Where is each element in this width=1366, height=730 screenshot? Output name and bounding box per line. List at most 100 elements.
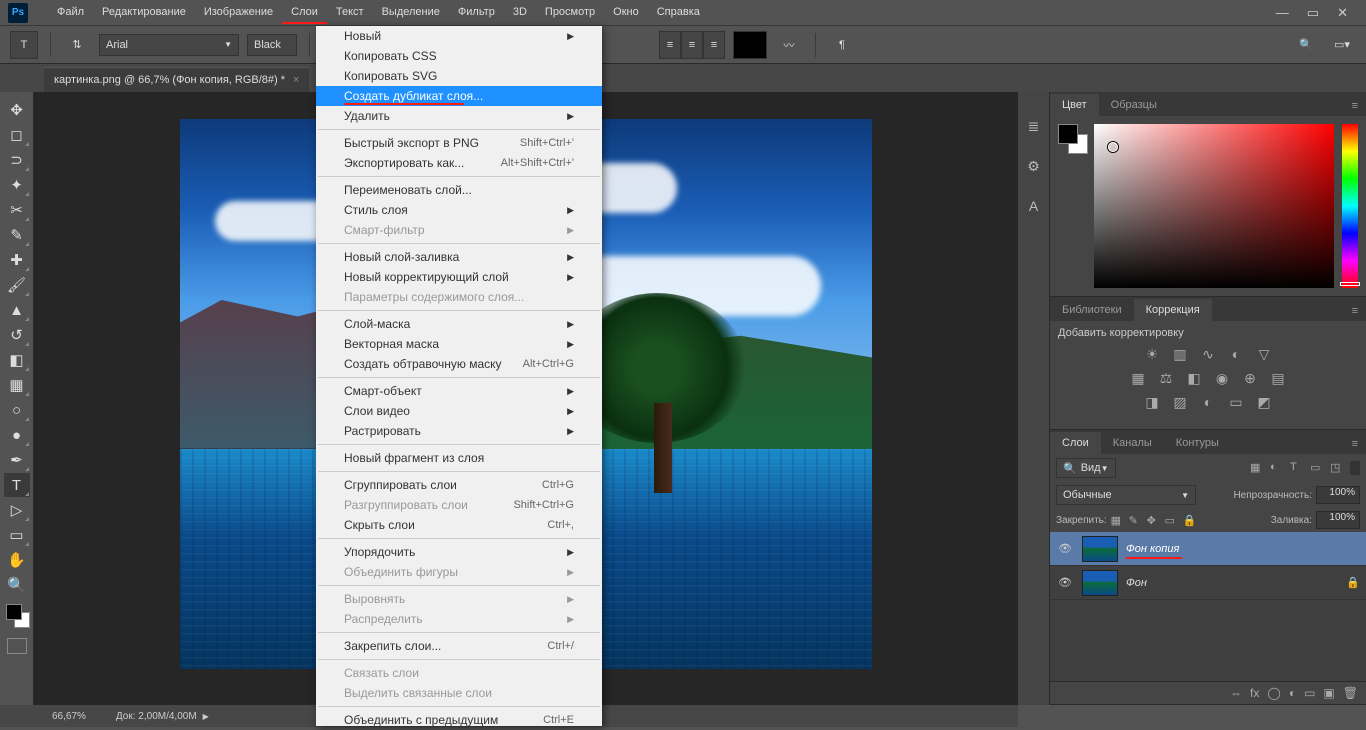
font-style-dropdown[interactable]: Black xyxy=(247,34,297,56)
filter-pixel-icon[interactable]: ▦ xyxy=(1250,461,1264,475)
zoom-tool[interactable]: 🔍 xyxy=(4,573,30,597)
tool-preset-icon[interactable]: T xyxy=(10,31,38,59)
history-panel-icon[interactable]: ≣ xyxy=(1024,116,1044,136)
menu-item[interactable]: Сгруппировать слоиCtrl+G xyxy=(316,475,602,495)
text-color-swatch[interactable] xyxy=(733,31,767,59)
menu-item[interactable]: Слой-маска▶ xyxy=(316,314,602,334)
close-tab-icon[interactable]: × xyxy=(293,74,299,86)
type-tool[interactable]: T xyxy=(4,473,30,497)
hand-tool[interactable]: ✋ xyxy=(4,548,30,572)
menu-item[interactable]: Новый слой-заливка▶ xyxy=(316,247,602,267)
menu-3d[interactable]: 3D xyxy=(504,2,536,24)
panel-menu-icon[interactable]: ≡ xyxy=(1344,434,1366,454)
menu-item[interactable]: Быстрый экспорт в PNGShift+Ctrl+' xyxy=(316,133,602,153)
menu-файл[interactable]: Файл xyxy=(48,2,93,24)
menu-item[interactable]: Слои видео▶ xyxy=(316,401,602,421)
vibrance-icon[interactable]: ▽ xyxy=(1255,345,1273,363)
layer-mask-icon[interactable]: ◯ xyxy=(1267,686,1280,700)
gradient-tool[interactable]: ▦ xyxy=(4,373,30,397)
character-panel-icon[interactable]: ¶ xyxy=(828,31,856,59)
menu-item[interactable]: Новый▶ xyxy=(316,26,602,46)
lock-all-icon[interactable]: 🔒 xyxy=(1183,514,1197,527)
levels-icon[interactable]: ▥ xyxy=(1171,345,1189,363)
menu-item[interactable]: Растрировать▶ xyxy=(316,421,602,441)
tab-channels[interactable]: Каналы xyxy=(1101,432,1164,454)
new-layer-icon[interactable]: ▣ xyxy=(1323,686,1334,700)
lasso-tool[interactable]: ⊃ xyxy=(4,148,30,172)
layer-thumbnail[interactable] xyxy=(1082,536,1118,562)
layer-style-icon[interactable]: fx xyxy=(1250,686,1259,700)
dodge-tool[interactable]: ● xyxy=(4,423,30,447)
tab-adjustments[interactable]: Коррекция xyxy=(1134,299,1212,321)
new-fill-icon[interactable]: ◐ xyxy=(1289,686,1296,700)
pen-tool[interactable]: ✒ xyxy=(4,448,30,472)
foreground-swatch[interactable] xyxy=(6,604,22,620)
menu-текст[interactable]: Текст xyxy=(327,2,373,24)
quick-mask-icon[interactable] xyxy=(7,638,27,654)
layer-row[interactable]: 👁Фон копия xyxy=(1050,532,1366,566)
menu-item[interactable]: Новый фрагмент из слоя xyxy=(316,448,602,468)
curves-icon[interactable]: ∿ xyxy=(1199,345,1217,363)
exposure-icon[interactable]: ◐ xyxy=(1227,345,1245,363)
menu-item[interactable]: Закрепить слои...Ctrl+/ xyxy=(316,636,602,656)
zoom-level[interactable]: 66,67% xyxy=(52,711,86,722)
document-tab[interactable]: картинка.png @ 66,7% (Фон копия, RGB/8#)… xyxy=(44,67,309,92)
tab-paths[interactable]: Контуры xyxy=(1164,432,1231,454)
selective-color-icon[interactable]: ◩ xyxy=(1255,393,1273,411)
new-group-icon[interactable]: ▭ xyxy=(1304,686,1315,700)
posterize-icon[interactable]: ▨ xyxy=(1171,393,1189,411)
menu-item[interactable]: Копировать SVG xyxy=(316,66,602,86)
color-field[interactable] xyxy=(1094,124,1334,288)
link-layers-icon[interactable]: ⇔ xyxy=(1230,686,1242,700)
blend-mode-dropdown[interactable]: Обычные▼ xyxy=(1056,485,1196,505)
rectangle-tool[interactable]: ▭ xyxy=(4,523,30,547)
panel-menu-icon[interactable]: ≡ xyxy=(1344,96,1366,116)
quick-select-tool[interactable]: ✦ xyxy=(4,173,30,197)
delete-layer-icon[interactable]: 🗑 xyxy=(1343,686,1358,700)
align-left-icon[interactable]: ≡ xyxy=(659,31,681,59)
align-center-icon[interactable]: ≡ xyxy=(681,31,703,59)
text-orientation-icon[interactable]: ⇅ xyxy=(63,31,91,59)
lock-transparency-icon[interactable]: ▦ xyxy=(1111,514,1125,527)
menu-item[interactable]: Создать дубликат слоя... xyxy=(316,86,602,106)
tab-swatches[interactable]: Образцы xyxy=(1099,94,1169,116)
menu-изображение[interactable]: Изображение xyxy=(195,2,282,24)
move-tool[interactable]: ✥ xyxy=(4,98,30,122)
path-select-tool[interactable]: ▷ xyxy=(4,498,30,522)
menu-item[interactable]: Смарт-объект▶ xyxy=(316,381,602,401)
tab-layers[interactable]: Слои xyxy=(1050,432,1101,454)
minimize-button[interactable]: — xyxy=(1276,5,1289,21)
workspace-switcher-icon[interactable]: ▭▾ xyxy=(1328,31,1356,59)
menu-просмотр[interactable]: Просмотр xyxy=(536,2,604,24)
opacity-input[interactable]: 100% xyxy=(1316,486,1360,504)
layer-name[interactable]: Фон копия xyxy=(1126,543,1179,555)
filter-type-icon[interactable]: T xyxy=(1290,461,1304,475)
threshold-icon[interactable]: ◐ xyxy=(1199,393,1217,411)
menu-окно[interactable]: Окно xyxy=(604,2,648,24)
filter-toggle-icon[interactable] xyxy=(1350,461,1360,475)
hue-slider[interactable] xyxy=(1342,124,1358,288)
menu-item[interactable]: Объединить с предыдущимCtrl+E xyxy=(316,710,602,730)
color-balance-icon[interactable]: ⚖ xyxy=(1157,369,1175,387)
fill-input[interactable]: 100% xyxy=(1316,511,1360,529)
healing-tool[interactable]: ✚ xyxy=(4,248,30,272)
channel-mixer-icon[interactable]: ⊕ xyxy=(1241,369,1259,387)
layer-filter-dropdown[interactable]: 🔍 Вид▼ xyxy=(1056,458,1116,478)
gradient-map-icon[interactable]: ▭ xyxy=(1227,393,1245,411)
tab-libraries[interactable]: Библиотеки xyxy=(1050,299,1134,321)
font-family-dropdown[interactable]: Arial▼ xyxy=(99,34,239,56)
filter-smart-icon[interactable]: ◳ xyxy=(1330,461,1344,475)
layer-row[interactable]: 👁Фон🔒 xyxy=(1050,566,1366,600)
menu-item[interactable]: Векторная маска▶ xyxy=(316,334,602,354)
menu-редактирование[interactable]: Редактирование xyxy=(93,2,195,24)
maximize-button[interactable]: ▭ xyxy=(1307,5,1319,21)
stamp-tool[interactable]: ▲ xyxy=(4,298,30,322)
eraser-tool[interactable]: ◧ xyxy=(4,348,30,372)
character-panel-icon[interactable]: A xyxy=(1024,196,1044,216)
properties-panel-icon[interactable]: ⚙ xyxy=(1024,156,1044,176)
crop-tool[interactable]: ✂ xyxy=(4,198,30,222)
lookup-icon[interactable]: ▤ xyxy=(1269,369,1287,387)
menu-item[interactable]: Упорядочить▶ xyxy=(316,542,602,562)
visibility-icon[interactable]: 👁 xyxy=(1056,576,1074,589)
tab-color[interactable]: Цвет xyxy=(1050,94,1099,116)
